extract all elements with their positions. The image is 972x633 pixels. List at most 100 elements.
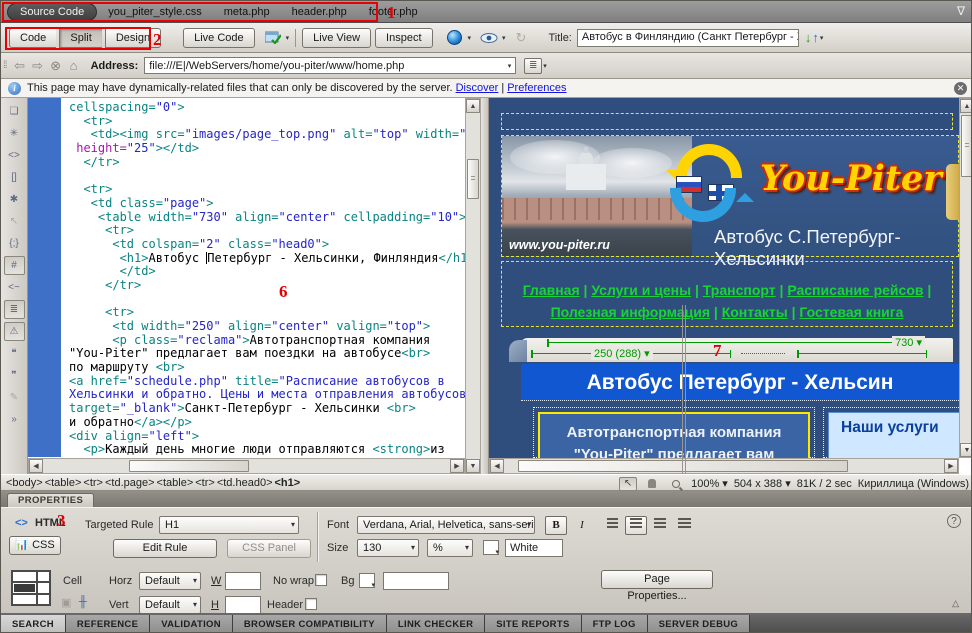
discover-link[interactable]: Discover bbox=[456, 82, 499, 94]
close-info-bar-icon[interactable]: ✕ bbox=[954, 82, 967, 95]
scroll-left-icon[interactable]: ◀ bbox=[29, 459, 43, 473]
collapse-panel-icon[interactable]: △ bbox=[952, 598, 959, 609]
scroll-thumb[interactable] bbox=[467, 159, 479, 199]
address-dropdown-arrow[interactable]: ▾ bbox=[508, 62, 512, 70]
apply-comment-icon[interactable]: ❝ bbox=[4, 344, 25, 363]
stop-icon[interactable]: ⊗ bbox=[47, 58, 65, 74]
size-select[interactable]: 130 bbox=[357, 539, 419, 557]
bold-button[interactable]: B bbox=[545, 516, 567, 535]
no-wrap-checkbox[interactable] bbox=[315, 574, 327, 586]
format-source-code-icon[interactable]: ✎ bbox=[4, 388, 25, 407]
width-input[interactable] bbox=[225, 572, 261, 590]
code-editor[interactable]: cellspacing="0">20 <tr>21 <td><img src="… bbox=[61, 98, 465, 457]
edit-rule-button[interactable]: Edit Rule bbox=[113, 539, 217, 558]
word-wrap-icon[interactable]: ≣ bbox=[4, 300, 25, 319]
remove-comment-icon[interactable]: ❞ bbox=[4, 366, 25, 385]
collapse-full-tag-icon[interactable]: <> bbox=[4, 146, 25, 165]
scroll-left-icon[interactable]: ◀ bbox=[490, 459, 504, 473]
file-put-icon[interactable]: ↑ bbox=[812, 30, 819, 45]
design-horizontal-scrollbar[interactable]: ◀ ▶ bbox=[489, 458, 959, 474]
targeted-rule-select[interactable]: H1 bbox=[159, 516, 299, 534]
site-nav-link[interactable]: Контакты bbox=[722, 304, 788, 320]
align-right-button[interactable] bbox=[649, 516, 671, 535]
zoom-level[interactable]: 100% ▾ bbox=[691, 477, 728, 490]
balance-braces-icon[interactable]: {;} bbox=[4, 234, 25, 253]
tag-selector-item[interactable]: <td.head0> bbox=[217, 477, 273, 489]
scroll-up-icon[interactable]: ▲ bbox=[960, 99, 972, 113]
results-tab-server-debug[interactable]: SERVER DEBUG bbox=[648, 615, 750, 633]
refresh-icon[interactable]: ↻ bbox=[516, 30, 527, 46]
forward-icon[interactable]: ⇨ bbox=[29, 58, 47, 74]
file-get-icon[interactable]: ↓ bbox=[805, 30, 812, 45]
results-tab-site-reports[interactable]: SITE REPORTS bbox=[485, 615, 581, 633]
header-checkbox[interactable] bbox=[305, 598, 317, 610]
results-tab-validation[interactable]: VALIDATION bbox=[150, 615, 233, 633]
expand-all-icon[interactable]: ✱ bbox=[4, 190, 25, 209]
merge-cells-icon[interactable]: ▣ bbox=[61, 596, 71, 609]
scroll-right-icon[interactable]: ▶ bbox=[450, 459, 464, 473]
tag-selector-item[interactable]: <h1> bbox=[275, 477, 301, 489]
text-color-swatch[interactable] bbox=[483, 540, 499, 555]
line-numbers-icon[interactable]: # bbox=[4, 256, 25, 275]
tag-selector-item[interactable]: <table> bbox=[157, 477, 194, 489]
text-color-field[interactable]: White bbox=[505, 539, 563, 557]
visual-aids-eye-icon[interactable] bbox=[477, 28, 501, 48]
collapse-selection-icon[interactable]: [] bbox=[4, 168, 25, 187]
scroll-thumb[interactable] bbox=[961, 115, 972, 177]
results-tab-link-checker[interactable]: LINK CHECKER bbox=[387, 615, 485, 633]
check-browser-compatibility-icon[interactable] bbox=[261, 28, 285, 48]
bg-color-field[interactable] bbox=[383, 572, 449, 590]
live-view-button[interactable]: Live View bbox=[302, 28, 371, 48]
scroll-down-icon[interactable]: ▼ bbox=[960, 443, 972, 457]
results-tab-search[interactable]: SEARCH bbox=[1, 615, 66, 633]
vert-select[interactable]: Default bbox=[139, 596, 201, 614]
select-parent-tag-icon[interactable]: ↖ bbox=[4, 212, 25, 231]
more-tools-chevron-icon[interactable]: » bbox=[4, 410, 25, 429]
table-width-bar[interactable]: 730 ▾ 250 (288) ▾ bbox=[519, 338, 953, 362]
site-nav-link[interactable]: Расписание рейсов bbox=[787, 282, 923, 298]
font-select[interactable]: Verdana, Arial, Helvetica, sans-serif bbox=[357, 516, 535, 534]
tag-selector-item[interactable]: <body> bbox=[6, 477, 43, 489]
code-vertical-scrollbar[interactable]: ▲ ▼ bbox=[465, 98, 481, 474]
scroll-right-icon[interactable]: ▶ bbox=[944, 459, 958, 473]
zoom-tool-icon[interactable] bbox=[667, 477, 685, 491]
results-tab-browser-compatibility[interactable]: BROWSER COMPATIBILITY bbox=[233, 615, 387, 633]
promo-box[interactable]: Автотранспортная компания "You-Piter" пр… bbox=[538, 412, 810, 458]
align-center-button[interactable] bbox=[625, 516, 647, 535]
results-tab-ftp-log[interactable]: FTP LOG bbox=[582, 615, 648, 633]
file-management-list-icon[interactable]: ≣ bbox=[524, 58, 542, 74]
css-mode-button[interactable]: 📊 CSS bbox=[9, 536, 61, 555]
window-size[interactable]: 504 x 388 ▾ bbox=[734, 477, 791, 490]
hand-tool-icon[interactable] bbox=[643, 477, 661, 491]
column-width-value[interactable]: 250 (288) ▾ bbox=[591, 347, 653, 360]
scroll-thumb[interactable] bbox=[129, 460, 249, 472]
home-icon[interactable]: ⌂ bbox=[65, 58, 83, 73]
preview-in-browser-icon[interactable] bbox=[443, 28, 467, 48]
horz-select[interactable]: Default bbox=[139, 572, 201, 590]
split-divider[interactable] bbox=[481, 98, 489, 474]
size-unit-select[interactable]: % bbox=[427, 539, 473, 557]
site-nav-link[interactable]: Гостевая книга bbox=[799, 304, 903, 320]
filter-funnel-icon[interactable]: ∇ bbox=[957, 4, 965, 18]
preferences-link[interactable]: Preferences bbox=[507, 82, 566, 94]
syntax-error-alerts-icon[interactable]: ⚠ bbox=[4, 322, 25, 341]
scroll-up-icon[interactable]: ▲ bbox=[466, 99, 480, 113]
live-code-button[interactable]: Live Code bbox=[183, 28, 255, 48]
site-nav-link[interactable]: Транспорт bbox=[703, 282, 776, 298]
table-width-value[interactable]: 730 ▾ bbox=[892, 336, 925, 349]
align-left-button[interactable] bbox=[601, 516, 623, 535]
align-justify-button[interactable] bbox=[673, 516, 695, 535]
back-icon[interactable]: ⇦ bbox=[11, 58, 29, 74]
tag-selector-item[interactable]: <td.page> bbox=[105, 477, 155, 489]
properties-tab[interactable]: PROPERTIES bbox=[7, 493, 94, 507]
italic-button[interactable]: I bbox=[571, 516, 593, 535]
address-input[interactable]: file:///E|/WebServers/home/you-piter/www… bbox=[144, 57, 516, 74]
open-documents-icon[interactable]: ❏ bbox=[4, 102, 25, 121]
bg-color-swatch[interactable] bbox=[359, 573, 375, 588]
split-cell-icon[interactable]: ╫ bbox=[79, 596, 87, 608]
select-tool-icon[interactable]: ↖ bbox=[619, 477, 637, 491]
page-h1-heading[interactable]: Автобус Петербург - Хельсин bbox=[521, 364, 959, 401]
tag-selector-item[interactable]: <tr> bbox=[83, 477, 103, 489]
help-icon[interactable]: ? bbox=[947, 514, 961, 528]
design-vertical-scrollbar[interactable]: ▲ ▼ bbox=[959, 98, 972, 458]
